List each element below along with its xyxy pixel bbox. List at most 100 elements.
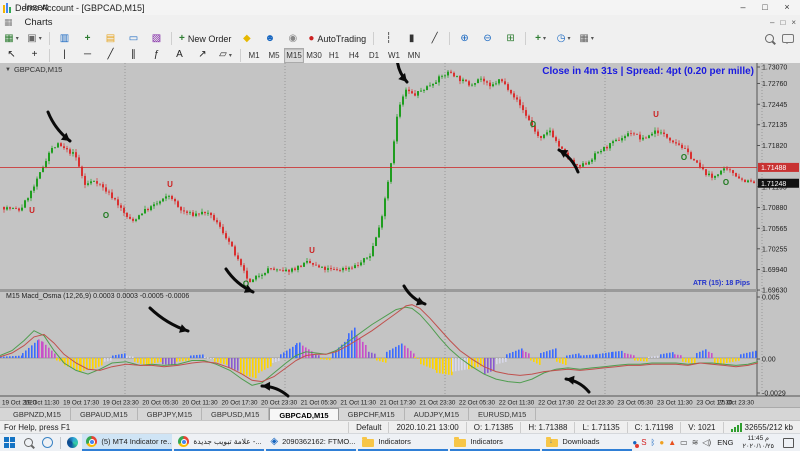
tile-windows-button[interactable]: ⊞ — [500, 31, 521, 47]
task-button-5[interactable]: ↓Downloads — [542, 434, 632, 451]
taskbar-search-icon[interactable] — [19, 434, 38, 451]
bar-chart-button[interactable]: ┆ — [378, 31, 399, 47]
cortana-icon[interactable] — [38, 434, 57, 451]
horizontal-line-tool[interactable]: ─ — [77, 47, 98, 63]
fibonacci-tool[interactable]: ƒ — [146, 47, 167, 63]
svg-text:20 Oct 23:30: 20 Oct 23:30 — [261, 400, 298, 407]
arrows-tool[interactable]: ↗ — [192, 47, 213, 63]
crosshair-tool[interactable]: + — [24, 47, 45, 63]
timeframe-m30-button[interactable]: M30 — [304, 48, 324, 63]
tester-button[interactable]: ▧ — [146, 31, 167, 47]
svg-text:U: U — [309, 246, 315, 255]
timeframe-mn-button[interactable]: MN — [404, 48, 424, 63]
price-chart[interactable]: 1.730701.727601.724451.721351.718201.711… — [0, 63, 800, 407]
chart-area[interactable]: 1.730701.727601.724451.721351.718201.711… — [0, 63, 800, 407]
task-button-1[interactable]: علامة تبويب جديدة -... — [174, 434, 264, 451]
trendline-tool[interactable]: ╱ — [100, 47, 121, 63]
channel-tool[interactable]: ∥ — [123, 47, 144, 63]
terminal-button[interactable]: ▭ — [123, 31, 144, 47]
new-chart-button[interactable]: ▦▾ — [1, 31, 22, 47]
open-value: O: 1.71385 — [466, 422, 521, 433]
windows-taskbar: (5) MT4 Indicator re...علامة تبويب جديدة… — [0, 433, 800, 451]
close-button[interactable]: × — [776, 0, 798, 14]
mdi-restore-button[interactable]: □ — [780, 18, 785, 27]
shapes-tool[interactable]: ▱▾ — [215, 47, 236, 63]
task-label: 2090362162: FTMO... — [282, 437, 355, 446]
folder-icon — [454, 439, 466, 447]
metaeditor-button[interactable]: ◆ — [236, 31, 257, 47]
download-arrow-icon: ↓ — [549, 439, 552, 445]
timeframe-m1-button[interactable]: M1 — [244, 48, 264, 63]
indicators-button[interactable]: +▾ — [530, 31, 551, 47]
menu-charts[interactable]: Charts — [18, 15, 66, 30]
menu-insert[interactable]: Insert — [18, 0, 66, 15]
navigator-button[interactable]: ▤ — [100, 31, 121, 47]
profile-selector[interactable]: Default — [348, 422, 388, 433]
wifi-icon[interactable]: ≋ — [692, 439, 699, 447]
volume-value: V: 1021 — [680, 422, 722, 433]
chrome-icon — [178, 436, 189, 447]
svg-text:1.71820: 1.71820 — [762, 143, 787, 150]
zoom-in-button[interactable]: ⊕ — [454, 31, 475, 47]
collapse-icon[interactable]: ▼ — [5, 67, 11, 73]
task-button-3[interactable]: Indicators — [358, 434, 448, 451]
cursor-tool[interactable]: ↖ — [1, 47, 22, 63]
volume-icon[interactable]: ◁) — [702, 439, 711, 447]
task-button-2[interactable]: ◈2090362162: FTMO... — [266, 434, 356, 451]
market-watch-button[interactable]: ▥ — [54, 31, 75, 47]
timeframe-h1-button[interactable]: H1 — [324, 48, 344, 63]
edge-icon[interactable] — [63, 434, 82, 451]
toolbar-separator — [49, 32, 50, 45]
svg-text:U: U — [167, 180, 173, 189]
s-app-icon[interactable]: S — [641, 439, 646, 447]
svg-text:20 Oct 17:30: 20 Oct 17:30 — [221, 400, 258, 407]
profiles-button[interactable]: ▣▾ — [24, 31, 45, 47]
period-button[interactable]: ◷▾ — [553, 31, 574, 47]
text-tool[interactable]: A — [169, 47, 190, 63]
mdi-minimize-button[interactable]: – — [770, 18, 774, 27]
scripts-button[interactable]: ◉ — [282, 31, 303, 47]
template-button[interactable]: ▦▾ — [576, 31, 597, 47]
display-icon[interactable]: ▭ — [680, 439, 688, 447]
minimize-button[interactable]: – — [732, 0, 754, 14]
bluetooth-icon[interactable]: ᛒ — [651, 439, 656, 447]
task-button-4[interactable]: Indicators — [450, 434, 540, 451]
timeframe-d1-button[interactable]: D1 — [364, 48, 384, 63]
timeframe-h4-button[interactable]: H4 — [344, 48, 364, 63]
data-window-button[interactable]: + — [77, 31, 98, 47]
timeframe-m15-button[interactable]: M15 — [284, 48, 304, 63]
task-button-0[interactable]: (5) MT4 Indicator re... — [82, 434, 172, 451]
autotrading-button-label: AutoTrading — [317, 34, 366, 44]
network-globe-icon[interactable]: ● — [632, 439, 637, 447]
svg-text:22 Oct 05:30: 22 Oct 05:30 — [459, 400, 496, 407]
status-bar: For Help, press F1 Default2020.10.21 13:… — [0, 420, 800, 434]
antivirus-icon[interactable]: ▲ — [668, 439, 676, 447]
svg-text:20 Oct 05:30: 20 Oct 05:30 — [142, 400, 179, 407]
store-icon[interactable]: ● — [659, 439, 664, 447]
maximize-button[interactable]: □ — [754, 0, 776, 14]
start-button[interactable] — [0, 434, 19, 451]
svg-text:23 Oct 11:30: 23 Oct 11:30 — [657, 400, 693, 407]
low-value: L: 1.71135 — [574, 422, 626, 433]
line-chart-button[interactable]: ╱ — [424, 31, 445, 47]
chart-symbol-label[interactable]: ▼ GBPCAD,M15 — [5, 65, 62, 74]
new-order-icon: + — [179, 34, 185, 44]
language-indicator[interactable]: ENG — [717, 438, 733, 447]
mdi-close-button[interactable]: × — [791, 18, 796, 27]
search-icon[interactable] — [765, 34, 774, 43]
svg-text:21 Oct 17:30: 21 Oct 17:30 — [380, 400, 417, 407]
timeframe-m5-button[interactable]: M5 — [264, 48, 284, 63]
channel-tool-icon: ∥ — [131, 50, 136, 60]
vertical-line-tool[interactable]: | — [54, 47, 75, 63]
timeframe-w1-button[interactable]: W1 — [384, 48, 404, 63]
autotrading-button[interactable]: ●AutoTrading — [305, 31, 369, 47]
panel-separator[interactable] — [0, 289, 757, 292]
action-center-icon[interactable] — [783, 438, 794, 448]
taskbar-clock[interactable]: 11:45 م ٢٠٢٠/١٠/٢٥ — [742, 435, 774, 449]
zoom-out-button[interactable]: ⊖ — [477, 31, 498, 47]
chat-icon[interactable] — [782, 34, 794, 43]
new-order-button[interactable]: +New Order — [176, 31, 234, 47]
new-order-button-label: New Order — [188, 34, 232, 44]
candlestick-chart-button[interactable]: ▮ — [401, 31, 422, 47]
experts-button[interactable]: ☻ — [259, 31, 280, 47]
